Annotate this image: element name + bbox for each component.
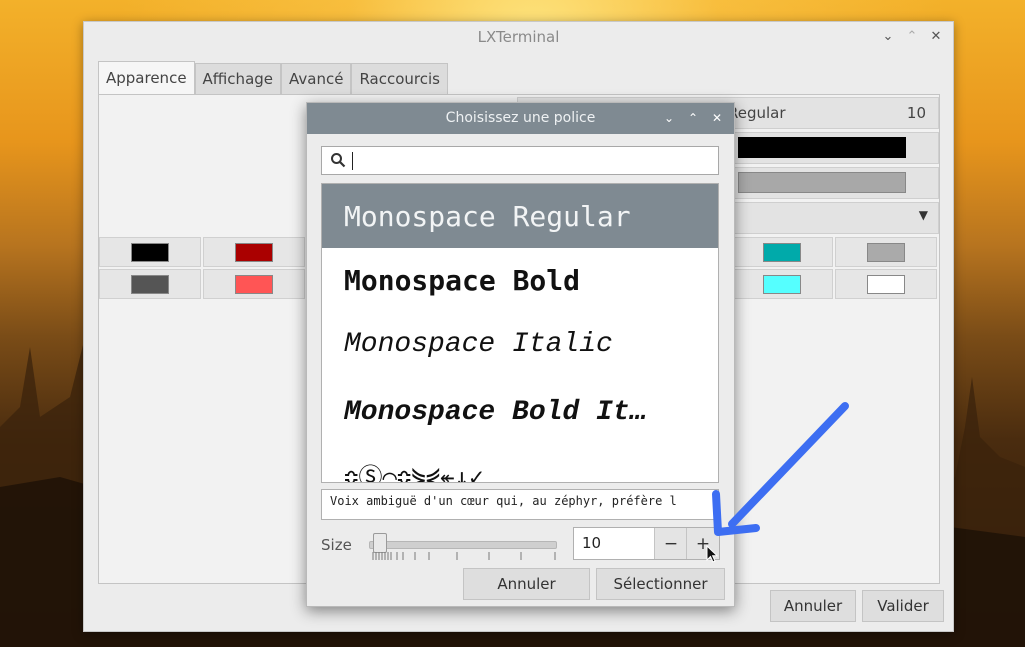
cancel-button[interactable]: Annuler <box>770 590 856 622</box>
dropdown-arrow-icon: ▼ <box>918 208 928 222</box>
palette-color-15[interactable] <box>835 269 937 299</box>
tab-avance[interactable]: Avancé <box>281 63 352 94</box>
tab-affichage[interactable]: Affichage <box>194 63 282 94</box>
dialog-cancel-button[interactable]: Annuler <box>463 568 590 600</box>
text-caret <box>352 152 353 170</box>
dialog-titlebar[interactable]: Choisissez une police ⌄ ⌃ ✕ <box>307 103 734 134</box>
minimize-icon[interactable]: ⌄ <box>660 109 678 127</box>
foreground-color-swatch <box>738 172 906 193</box>
preferences-tabs: Apparence Affichage Avancé Raccourcis <box>98 61 448 94</box>
font-chooser-dialog: Choisissez une police ⌄ ⌃ ✕ Monospace Re… <box>306 102 735 607</box>
background-color-swatch <box>738 137 906 158</box>
validate-button[interactable]: Valider <box>862 590 944 622</box>
close-icon[interactable]: ✕ <box>927 27 945 45</box>
tab-apparence[interactable]: Apparence <box>98 61 195 94</box>
window-title: LXTerminal <box>477 28 560 46</box>
decrease-size-button[interactable]: − <box>654 528 687 559</box>
size-spinbox-value[interactable]: 10 <box>582 534 601 552</box>
font-list-item-monospace-bold[interactable]: Monospace Bold <box>322 248 718 312</box>
select-button[interactable]: Sélectionner <box>596 568 725 600</box>
maximize-icon[interactable]: ⌃ <box>684 109 702 127</box>
search-icon <box>331 153 346 168</box>
font-button-size: 10 <box>906 104 926 122</box>
palette-color-0[interactable] <box>99 237 201 267</box>
font-list[interactable]: Monospace Regular Monospace Bold Monospa… <box>321 183 719 483</box>
font-list-item-symbols[interactable]: ≎Ⓢ⌒≎⋟⋞↞↓✓ <box>322 442 718 483</box>
size-slider-handle[interactable] <box>373 533 387 553</box>
size-slider-ticks <box>372 552 556 560</box>
size-label: Size <box>321 536 352 554</box>
palette-color-7[interactable] <box>835 237 937 267</box>
minimize-icon[interactable]: ⌄ <box>879 27 897 45</box>
font-preview-text[interactable]: Voix ambiguë d'un cœur qui, au zéphyr, p… <box>321 489 719 520</box>
close-icon[interactable]: ✕ <box>708 109 726 127</box>
tab-raccourcis[interactable]: Raccourcis <box>351 63 448 94</box>
window-titlebar[interactable]: LXTerminal ⌄ ⌃ ✕ <box>84 22 953 52</box>
maximize-icon[interactable]: ⌃ <box>903 27 921 45</box>
mouse-pointer-icon <box>706 545 719 563</box>
annotation-arrow-icon <box>712 402 849 536</box>
size-slider[interactable] <box>369 541 557 549</box>
palette-color-9[interactable] <box>203 269 305 299</box>
font-list-item-monospace-bold-italic[interactable]: Monospace Bold It… <box>322 380 718 444</box>
font-button-label: Regular <box>728 104 786 122</box>
font-list-item-monospace-regular[interactable]: Monospace Regular <box>322 184 718 248</box>
font-list-item-monospace-italic[interactable]: Monospace Italic <box>322 312 718 376</box>
size-spinbox: 10 − + <box>573 527 720 560</box>
palette-color-1[interactable] <box>203 237 305 267</box>
font-search-input[interactable] <box>321 146 719 175</box>
palette-color-8[interactable] <box>99 269 201 299</box>
palette-color-14[interactable] <box>731 269 833 299</box>
palette-color-6[interactable] <box>731 237 833 267</box>
